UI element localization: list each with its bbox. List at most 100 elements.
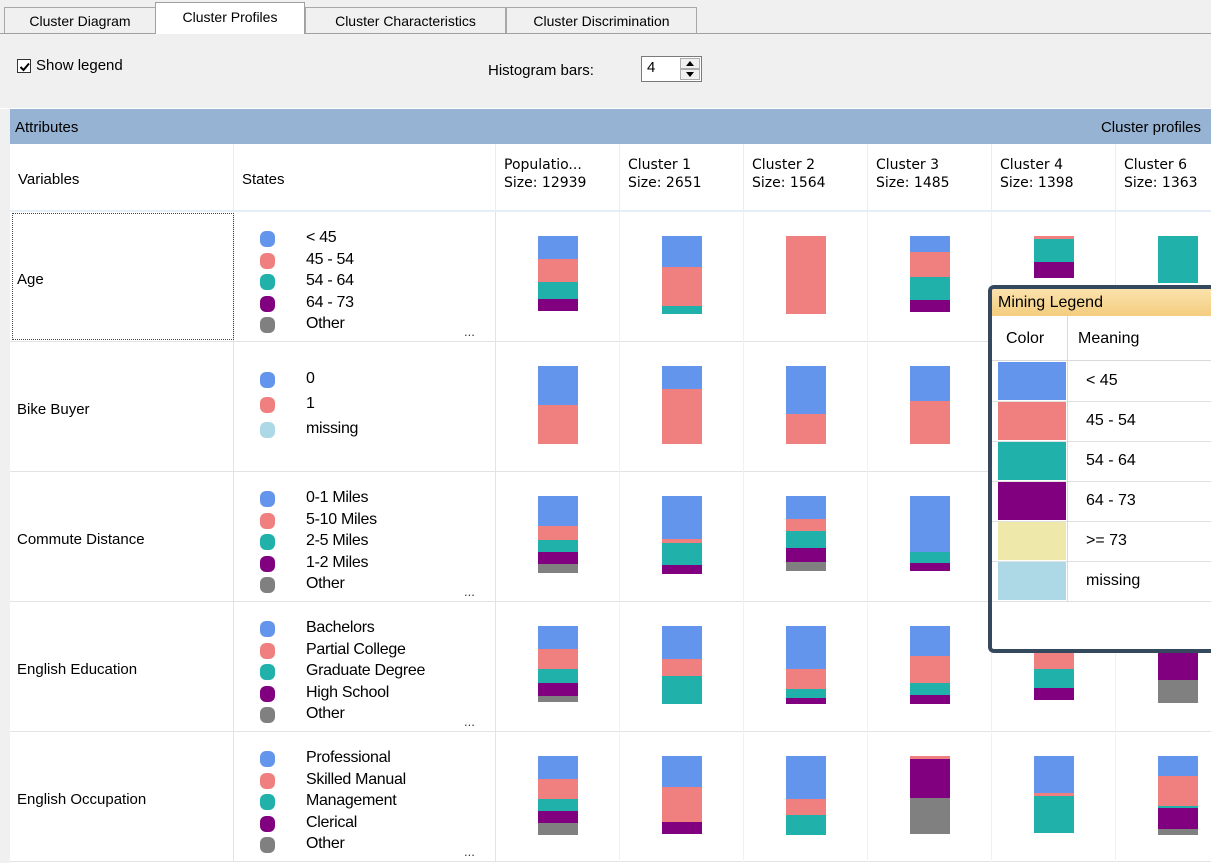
more-states-ellipsis[interactable]: ... bbox=[464, 844, 475, 859]
cluster-histogram-cell[interactable] bbox=[496, 602, 620, 732]
cluster-histogram-cell[interactable] bbox=[620, 212, 744, 342]
histogram-bar bbox=[662, 236, 702, 314]
state-label: 1-2 Miles bbox=[306, 553, 369, 571]
variable-cell[interactable]: English Occupation bbox=[10, 732, 234, 862]
state-color-swatch bbox=[260, 512, 275, 529]
tab-cluster-profiles[interactable]: Cluster Profiles bbox=[155, 2, 305, 34]
tab-cluster-characteristics[interactable]: Cluster Characteristics bbox=[305, 7, 506, 33]
histogram-bar bbox=[662, 496, 702, 574]
legend-color-swatch bbox=[998, 402, 1066, 440]
cluster-histogram-cell[interactable] bbox=[868, 732, 992, 862]
cluster-histogram-cell[interactable] bbox=[868, 472, 992, 602]
column-header-cluster[interactable]: Cluster 3 Size: 1485 bbox=[868, 144, 992, 210]
legend-row: < 45 bbox=[992, 361, 1211, 402]
histogram-segment bbox=[662, 676, 702, 704]
legend-meaning: 54 - 64 bbox=[1086, 452, 1136, 469]
cluster-histogram-cell[interactable] bbox=[868, 212, 992, 342]
cluster-histogram-cell[interactable] bbox=[744, 602, 868, 732]
show-legend-label[interactable]: Show legend bbox=[36, 57, 123, 74]
histogram-bars-value[interactable]: 4 bbox=[647, 59, 655, 76]
cluster-histogram-cell[interactable] bbox=[992, 732, 1116, 862]
histogram-bar bbox=[538, 236, 578, 314]
tab-cluster-diagram[interactable]: Cluster Diagram bbox=[4, 7, 156, 33]
cluster-histogram-cell[interactable] bbox=[496, 342, 620, 472]
histogram-segment bbox=[538, 496, 578, 526]
histogram-bar bbox=[662, 756, 702, 834]
cluster-histogram-cell[interactable] bbox=[620, 472, 744, 602]
cluster-histogram-cell[interactable] bbox=[744, 212, 868, 342]
variable-cell[interactable]: Bike Buyer bbox=[10, 342, 234, 472]
legend-row: 64 - 73 bbox=[992, 481, 1211, 522]
legend-row: 54 - 64 bbox=[992, 441, 1211, 482]
column-header-cluster[interactable]: Cluster 4 Size: 1398 bbox=[992, 144, 1116, 210]
column-header-states[interactable]: States bbox=[234, 144, 496, 210]
more-states-ellipsis[interactable]: ... bbox=[464, 324, 475, 339]
column-header-cluster[interactable]: Cluster 1 Size: 2651 bbox=[620, 144, 744, 210]
cluster-name: Cluster 3 bbox=[876, 157, 940, 173]
cluster-size: Size: 1398 bbox=[1000, 175, 1074, 191]
state-color-swatch bbox=[260, 707, 275, 723]
cluster-histogram-cell[interactable] bbox=[620, 342, 744, 472]
histogram-segment bbox=[786, 799, 826, 815]
histogram-segment bbox=[786, 689, 826, 698]
cluster-size: Size: 2651 bbox=[628, 175, 702, 191]
state-label: Partial College bbox=[306, 640, 406, 658]
variable-cell[interactable]: English Education bbox=[10, 602, 234, 732]
column-header-cluster[interactable]: Cluster 2 Size: 1564 bbox=[744, 144, 868, 210]
show-legend-checkbox[interactable] bbox=[17, 59, 31, 73]
histogram-segment bbox=[910, 695, 950, 704]
column-header-cluster[interactable]: Cluster 6 Size: 1363 bbox=[1116, 144, 1211, 210]
legend-meaning: missing bbox=[1086, 572, 1141, 589]
histogram-segment bbox=[786, 519, 826, 531]
histogram-segment bbox=[910, 656, 950, 683]
cluster-histogram-cell[interactable] bbox=[868, 342, 992, 472]
cluster-histogram-cell[interactable] bbox=[868, 602, 992, 732]
histogram-bar bbox=[1034, 756, 1074, 834]
more-states-ellipsis[interactable]: ... bbox=[464, 584, 475, 599]
cluster-histogram-cell[interactable] bbox=[496, 212, 620, 342]
legend-title-bar[interactable]: Mining Legend bbox=[992, 289, 1211, 316]
column-header-variables[interactable]: Variables bbox=[10, 144, 234, 210]
cluster-name: Cluster 4 bbox=[1000, 157, 1064, 173]
cluster-histogram-cell[interactable] bbox=[1116, 732, 1211, 862]
histogram-segment bbox=[786, 366, 826, 414]
variables-header: Variables bbox=[18, 171, 80, 188]
histogram-segment bbox=[786, 562, 826, 571]
histogram-segment bbox=[1158, 756, 1198, 776]
cluster-histogram-cell[interactable] bbox=[744, 472, 868, 602]
histogram-segment bbox=[786, 531, 826, 548]
histogram-segment bbox=[538, 366, 578, 405]
legend-meaning: 45 - 54 bbox=[1086, 412, 1136, 429]
histogram-segment bbox=[786, 496, 826, 519]
legend-color-swatch bbox=[998, 482, 1066, 520]
histogram-segment bbox=[538, 540, 578, 552]
legend-meaning: >= 73 bbox=[1086, 532, 1127, 549]
stepper-up-button[interactable] bbox=[680, 58, 700, 69]
mining-legend-window[interactable]: Mining Legend Color Meaning < 45 45 - 54 5… bbox=[988, 285, 1211, 653]
cluster-histogram-cell[interactable] bbox=[496, 732, 620, 862]
histogram-segment bbox=[910, 300, 950, 312]
variable-cell[interactable]: Age bbox=[10, 212, 234, 342]
cluster-histogram-cell[interactable] bbox=[620, 732, 744, 862]
cluster-histogram-cell[interactable] bbox=[744, 342, 868, 472]
histogram-bars-stepper[interactable]: 4 bbox=[641, 56, 702, 82]
attribute-row[interactable]: English Occupation Professional Skilled Ma… bbox=[10, 732, 1211, 862]
state-color-swatch bbox=[260, 274, 275, 290]
states-header: States bbox=[242, 171, 285, 188]
histogram-bar bbox=[910, 756, 950, 834]
column-header-cluster[interactable]: Populatio... Size: 12939 bbox=[496, 144, 620, 210]
cluster-histogram-cell[interactable] bbox=[496, 472, 620, 602]
cluster-histogram-cell[interactable] bbox=[620, 602, 744, 732]
more-states-ellipsis[interactable]: ... bbox=[464, 714, 475, 729]
histogram-segment bbox=[910, 496, 950, 552]
cluster-histogram-cell[interactable] bbox=[744, 732, 868, 862]
variable-cell[interactable]: Commute Distance bbox=[10, 472, 234, 602]
histogram-segment bbox=[662, 366, 702, 389]
histogram-segment bbox=[910, 552, 950, 563]
histogram-segment bbox=[910, 236, 950, 252]
stepper-down-button[interactable] bbox=[680, 69, 700, 80]
histogram-segment bbox=[910, 401, 950, 444]
histogram-segment bbox=[786, 698, 826, 704]
tab-cluster-discrimination[interactable]: Cluster Discrimination bbox=[506, 7, 697, 33]
histogram-segment bbox=[538, 299, 578, 311]
